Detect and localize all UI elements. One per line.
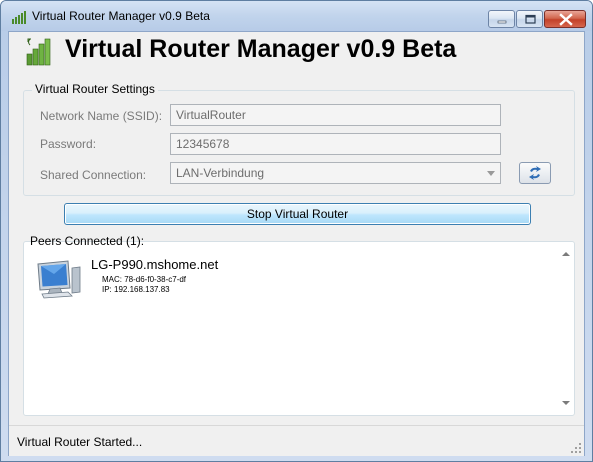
password-label: Password: xyxy=(40,137,97,151)
close-icon xyxy=(559,13,573,26)
minimize-button[interactable] xyxy=(488,10,515,28)
group-label: Virtual Router Settings xyxy=(32,82,158,96)
status-text: Virtual Router Started... xyxy=(17,435,143,449)
app-window: Virtual Router Manager v0.9 Beta Virtual… xyxy=(0,0,593,462)
shared-connection-label: Shared Connection: xyxy=(40,168,147,182)
shared-connection-value: LAN-Verbindung xyxy=(176,166,265,180)
router-settings-group: Virtual Router Settings Network Name (SS… xyxy=(23,82,575,196)
title-bar[interactable]: Virtual Router Manager v0.9 Beta xyxy=(1,1,592,31)
peers-list[interactable]: LG-P990.mshome.net MAC: 78-d6-f0-38-c7-d… xyxy=(23,241,575,416)
peers-scrollbar[interactable] xyxy=(557,242,574,415)
close-button[interactable] xyxy=(544,10,586,28)
shared-connection-dropdown[interactable]: LAN-Verbindung xyxy=(170,162,501,184)
list-item[interactable]: LG-P990.mshome.net MAC: 78-d6-f0-38-c7-d… xyxy=(34,255,334,305)
signal-bars-icon xyxy=(26,38,51,66)
password-input[interactable]: 12345678 xyxy=(170,133,501,155)
peer-ip: IP: 192.168.137.83 xyxy=(102,285,170,294)
page-title: Virtual Router Manager v0.9 Beta xyxy=(65,35,457,63)
computer-monitor-icon xyxy=(37,260,81,299)
stop-virtual-router-button[interactable]: Stop Virtual Router xyxy=(64,203,531,225)
app-icon xyxy=(12,11,26,24)
peer-mac: MAC: 78-d6-f0-38-c7-df xyxy=(102,275,187,284)
minimize-icon xyxy=(497,20,507,24)
peer-hostname: LG-P990.mshome.net xyxy=(91,257,219,272)
ssid-input[interactable]: VirtualRouter xyxy=(170,104,501,126)
client-area: Virtual Router Manager v0.9 Beta Virtual… xyxy=(8,31,585,456)
chevron-down-icon xyxy=(487,171,495,176)
scroll-down-arrow-icon[interactable] xyxy=(562,401,570,405)
maximize-button[interactable] xyxy=(516,10,543,28)
status-bar: Virtual Router Started... xyxy=(9,425,584,456)
peers-connected-label: Peers Connected (1): xyxy=(30,234,145,248)
maximize-icon xyxy=(525,14,536,24)
resize-grip-icon[interactable] xyxy=(570,442,582,454)
scroll-up-arrow-icon[interactable] xyxy=(562,252,570,256)
ssid-label: Network Name (SSID): xyxy=(40,109,163,123)
refresh-arrows-icon xyxy=(529,166,541,180)
refresh-button[interactable] xyxy=(519,162,551,184)
window-title: Virtual Router Manager v0.9 Beta xyxy=(32,9,210,23)
